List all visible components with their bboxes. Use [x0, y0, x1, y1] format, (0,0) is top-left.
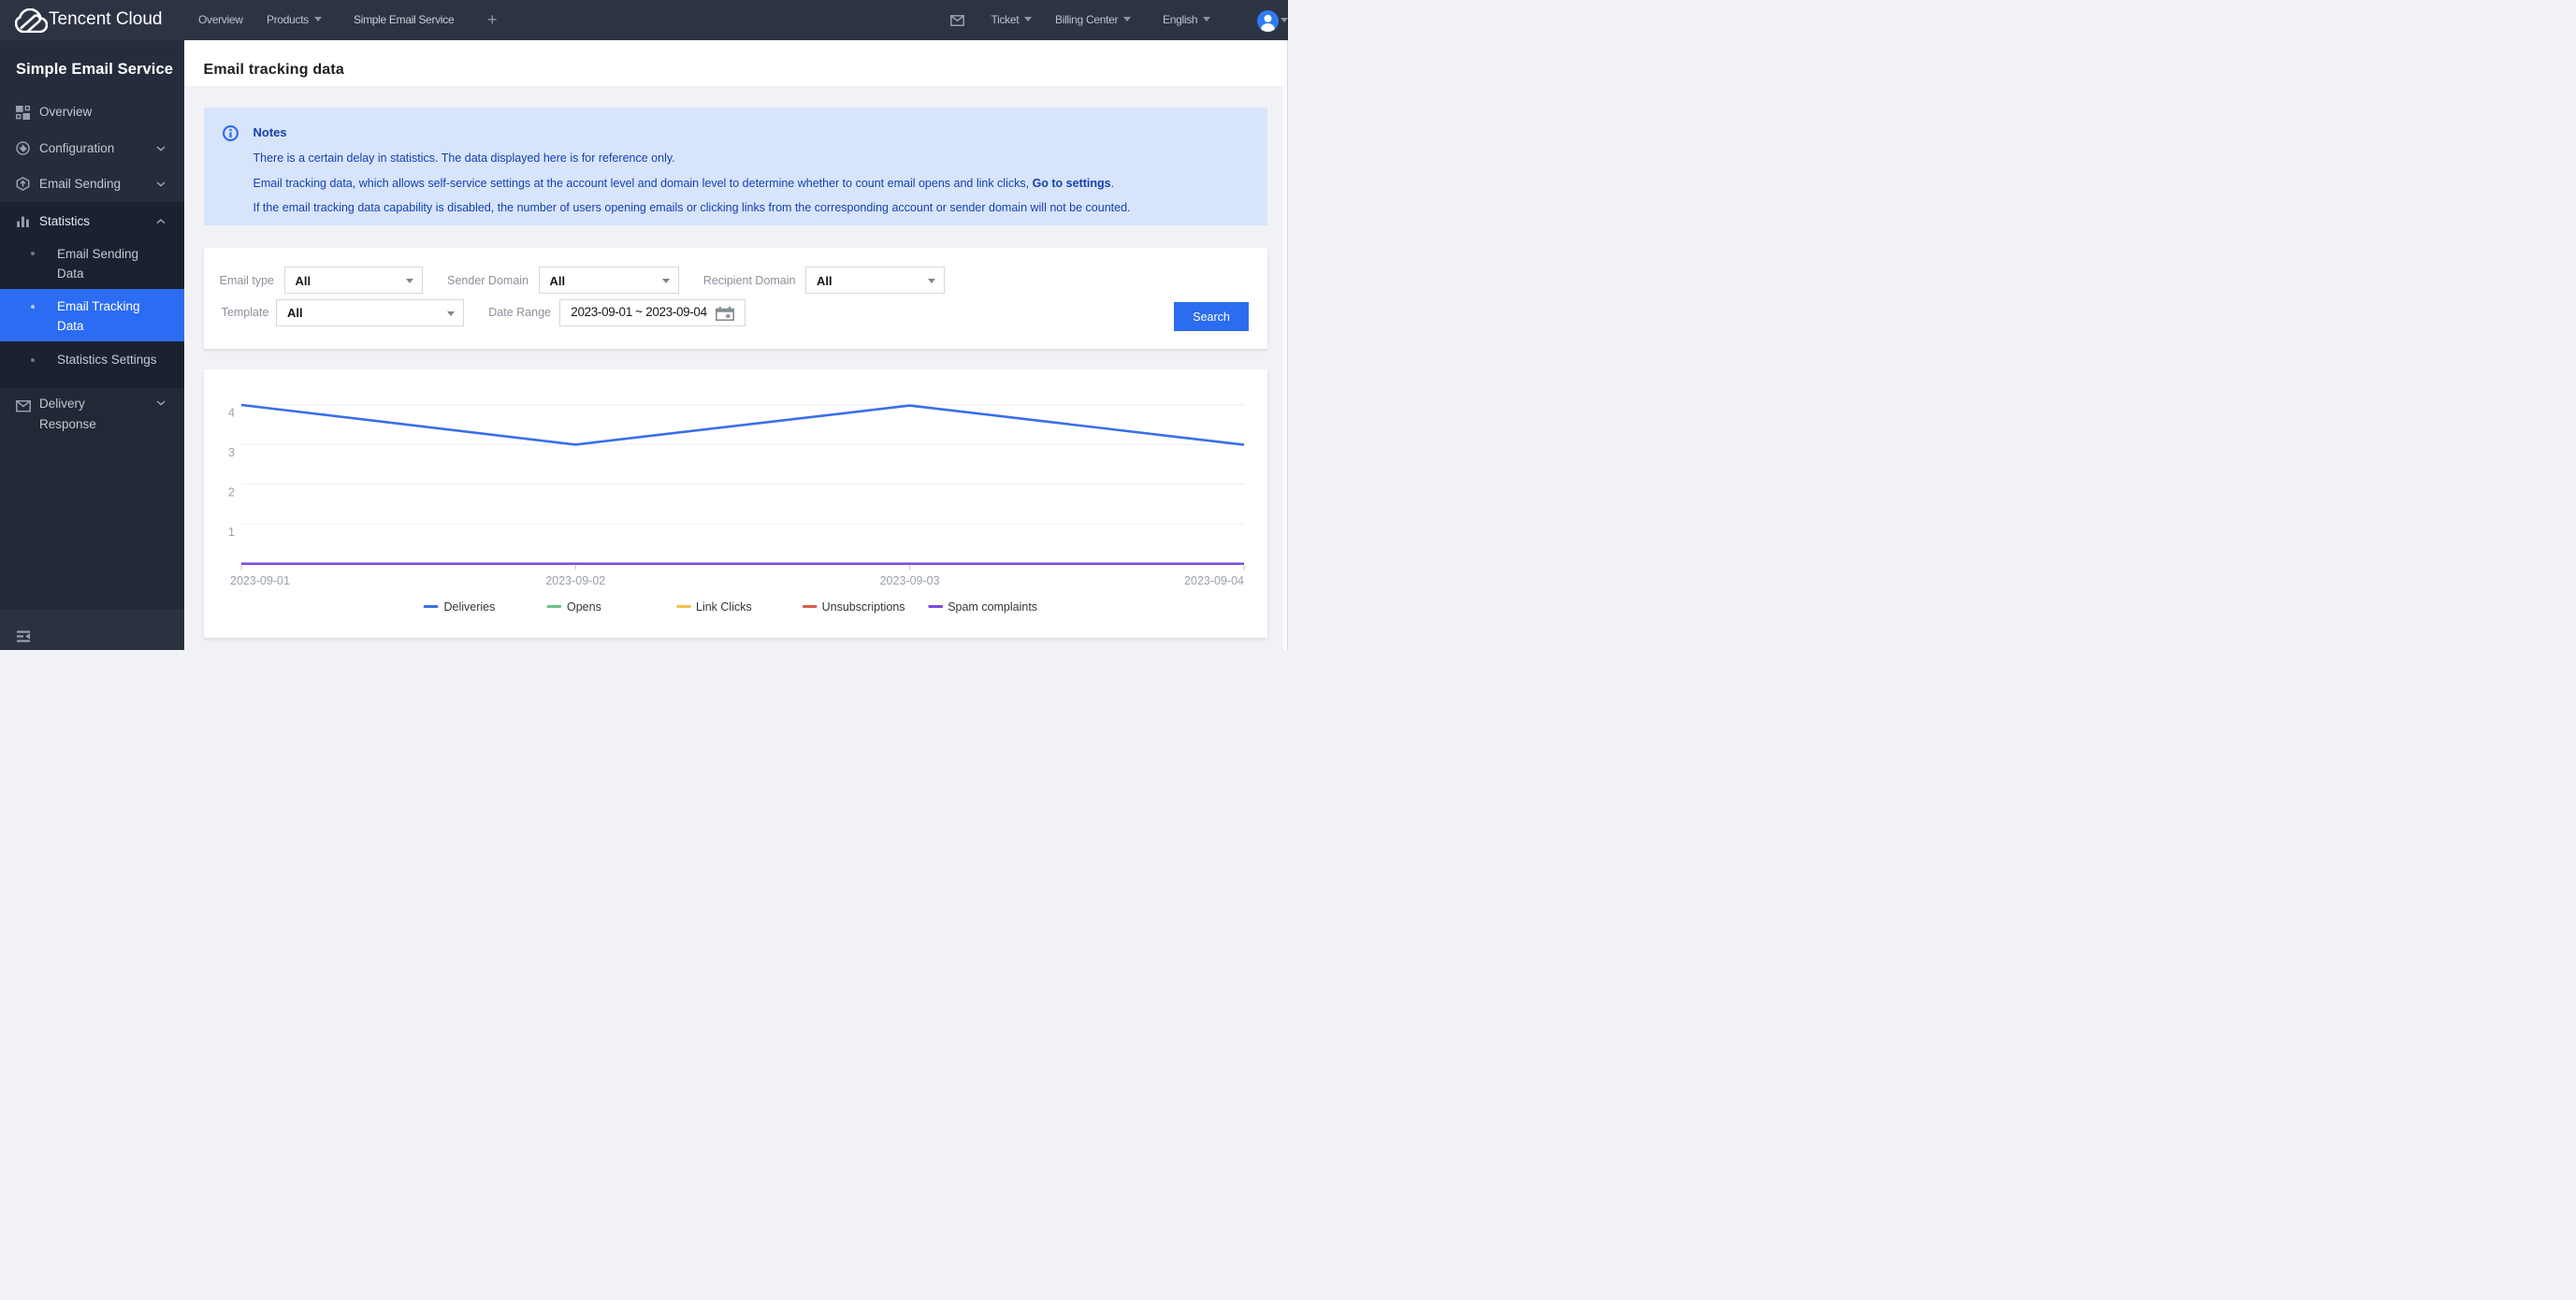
svg-text:2023-09-04: 2023-09-04	[1184, 574, 1244, 587]
svg-text:2023-09-01: 2023-09-01	[230, 574, 290, 587]
svg-text:2023-09-03: 2023-09-03	[880, 574, 940, 587]
svg-text:4: 4	[228, 407, 235, 420]
svg-text:2: 2	[228, 485, 235, 498]
svg-text:3: 3	[228, 446, 235, 459]
svg-text:Opens: Opens	[567, 600, 601, 614]
svg-text:Spam complaints: Spam complaints	[948, 600, 1037, 614]
svg-text:Deliveries: Deliveries	[444, 600, 496, 614]
svg-text:Link Clicks: Link Clicks	[696, 600, 752, 614]
svg-text:2023-09-02: 2023-09-02	[545, 574, 605, 587]
svg-text:1: 1	[228, 526, 235, 539]
svg-text:Unsubscriptions: Unsubscriptions	[822, 600, 905, 614]
